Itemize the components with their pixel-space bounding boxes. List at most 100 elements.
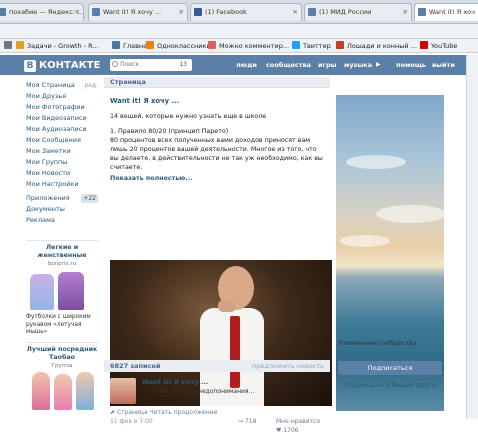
post-text: ... чтобы не было недопонимания... [142,388,255,395]
cloud-shape [376,205,444,223]
search-counter: 13 [179,61,187,68]
like-button[interactable]: Мне нравится ♥ 1706 [276,417,326,435]
tshirt-image [30,274,54,310]
bookmark-label: YouTube [431,42,458,50]
sidebar-item-settings[interactable]: Мои Настройки [26,179,98,190]
records-count[interactable]: 6827 записей [110,362,160,370]
tab-label: (1) Facebook [205,8,247,16]
model-image [54,373,72,410]
tab-favicon-icon [194,8,202,16]
nav-games[interactable]: игры [318,60,336,70]
close-icon[interactable]: ✕ [179,4,184,20]
site-header: В КОНТАКТЕ Поиск 13 люди сообщества игры м… [0,55,478,75]
tab-label: (1) МИД России [319,8,372,16]
sidebar-item-friends[interactable]: Мои Друзья [26,91,98,102]
photo-hand [218,300,236,312]
close-icon[interactable]: ✕ [403,4,408,20]
tab-favicon-icon [92,8,100,16]
bookmark-item[interactable] [4,41,15,51]
share-button[interactable]: ↪ 718 [238,417,256,426]
browser-tab-active[interactable]: Want it! Я хоч [414,3,478,21]
ad-domain[interactable]: bonprix.ru [26,260,98,268]
post-intro: 14 вещей, которые нужно узнать еще в шко… [110,113,267,120]
share-count: 718 [244,418,257,425]
bookmark-label: Задачи - Growth - R... [27,42,99,50]
search-input[interactable]: Поиск 13 [110,59,192,71]
bookmark-item[interactable]: Одноклассники [146,41,211,51]
sidebar-item-messages[interactable]: Мои Сообщения [26,135,98,146]
bookmark-favicon-icon [16,41,24,49]
show-more-link[interactable]: Показать полностью... [110,174,326,183]
post-author[interactable]: Want it! Я хочу ... [110,97,326,106]
nav-communities[interactable]: сообщества [266,60,311,70]
ad-image[interactable] [26,270,98,312]
ad-title[interactable]: Лучший посредник Таобао [26,341,98,362]
nav-logout[interactable]: выйти [432,60,455,70]
post-date[interactable]: 11 фев в 7:00 [110,418,153,425]
bookmark-label: Одноклассники [157,42,211,50]
avatar[interactable] [110,378,136,404]
bookmark-item[interactable]: Можно комментир... [208,41,289,51]
nav-help[interactable]: помощь [396,60,426,70]
post-paragraph: 1. Правило 80/20 (принцип Парето) [110,128,229,135]
browser-tab[interactable]: (1) Facebook ✕ [190,3,302,21]
bookmark-item[interactable]: Твиттер [292,41,331,51]
sidebar-item-photos[interactable]: Мои Фотографии [26,102,98,113]
vk-logo[interactable]: В КОНТАКТЕ [24,59,100,72]
edit-link[interactable]: ред. [84,80,98,91]
sidebar-item-notes[interactable]: Мои Заметки [26,146,98,157]
browser-tab[interactable]: похабие — Яндекс: ... ✕ [0,3,84,21]
bookmark-favicon-icon [208,41,216,49]
scrollbar[interactable] [466,55,478,419]
tab-favicon-icon [418,8,426,16]
sidebar-item-documents[interactable]: Документы [26,204,98,215]
post-paragraph: 80 процентов всех полученных вами доходо… [110,137,323,171]
suggest-news-link[interactable]: предложить новость [252,360,324,372]
bookmark-favicon-icon [112,41,120,49]
browser-tab[interactable]: Want it! Я хочу ... ✕ [88,3,188,21]
nav-people[interactable]: люди [236,60,257,70]
ad-subtitle: Группа [51,362,73,369]
ad-text[interactable]: Футболки с широким рукавом «летучая мышь… [26,314,98,337]
main-header: Страница [104,77,330,88]
logo-text: КОНТАКТЕ [39,60,101,71]
ads-block: Легкие и женственные bonprix.ru Футболки… [26,240,98,410]
tab-favicon-icon [308,8,316,16]
community-caption: Упоминания сообщества [338,340,417,347]
search-placeholder: Поиск [120,61,140,68]
sidebar-item-ads[interactable]: Реклама [26,215,98,226]
bookmark-favicon-icon [336,41,344,49]
play-icon[interactable]: ▶ [376,60,381,70]
search-icon [112,61,118,67]
logo-mark: В [24,60,36,72]
address-bar[interactable] [0,24,478,39]
tab-label: Want it! Я хочу ... [103,8,162,16]
bookmark-favicon-icon [146,41,154,49]
bookmark-item[interactable]: Задачи - Growth - R... [16,41,99,51]
friends-subscribed-link[interactable]: Подписаны 2 Ваших друга [338,381,442,389]
bookmark-item[interactable]: YouTube [420,41,457,51]
sidebar-item-news[interactable]: Мои Новости [26,168,98,179]
cloud-shape [340,235,390,247]
ad-title[interactable]: Легкие и женственные [26,240,98,260]
close-icon[interactable]: ✕ [293,4,298,20]
bookmarks-icon [4,41,12,49]
bookmark-label: Можно комментир... [219,42,290,50]
subscribe-button[interactable]: Подписаться [338,361,442,375]
tab-favicon-icon [0,8,6,16]
post-author[interactable]: Want it! Я хочу ... [142,378,208,386]
browser-tab[interactable]: (1) МИД России ✕ [304,3,412,21]
sidebar-item-my-page[interactable]: Моя Страница ред. [26,80,98,91]
wall-records-bar: 6827 записей предложить новость [104,360,330,372]
sidebar-item-groups[interactable]: Мои Группы [26,157,98,168]
ad-image[interactable] [26,370,98,410]
close-icon[interactable]: ✕ [75,4,80,20]
sidebar-item-audio[interactable]: Мои Аудиозаписи [26,124,98,135]
browser-tab-bar: похабие — Яндекс: ... ✕ Want it! Я хочу .… [0,0,478,24]
nav-music[interactable]: музыка [344,60,372,70]
right-column: Упоминания сообщества Подписаться Подпис… [334,77,446,419]
sidebar-item-videos[interactable]: Мои Видеозаписи [26,113,98,124]
sidebar-item-apps[interactable]: Приложения +22 [26,193,98,204]
bookmark-item[interactable]: Лошади и конный ... [336,41,417,51]
apps-count-badge: +22 [81,194,98,203]
